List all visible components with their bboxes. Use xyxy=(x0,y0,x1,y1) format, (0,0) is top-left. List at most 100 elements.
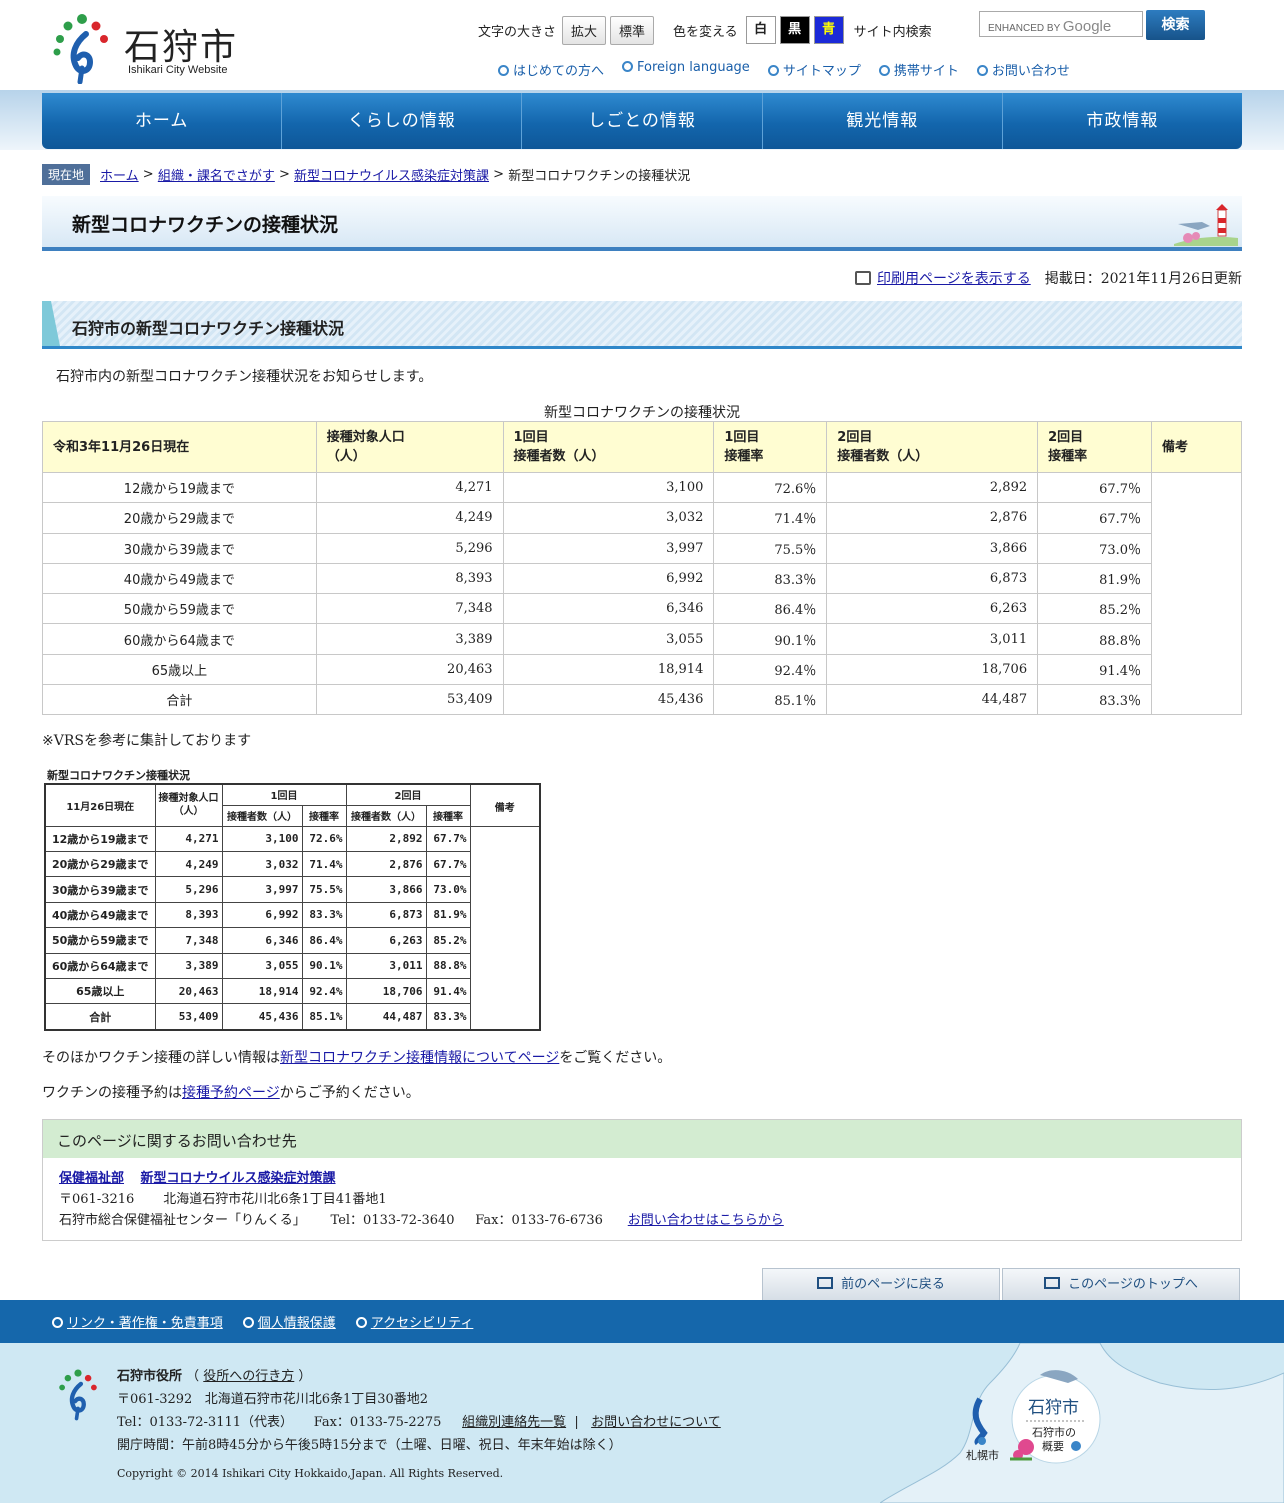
image-table-cell: 12歳から19歳まで xyxy=(44,825,156,852)
print-link[interactable]: 印刷用ページを表示する xyxy=(855,268,1031,288)
cell-first-count: 3,032 xyxy=(502,502,715,534)
cell-first-count: 3,100 xyxy=(502,471,715,504)
cell-second-count: 2,876 xyxy=(826,502,1039,534)
search-button[interactable]: 検索 xyxy=(1146,10,1205,40)
header-second-count: 2回目 接種者数（人） xyxy=(826,421,1039,473)
table-header-row: 令和3年11月26日現在 接種対象人口 （人） 1回目 接種者数（人） 1回目 … xyxy=(42,421,1242,473)
link-mobile-site[interactable]: 携帯サイト xyxy=(878,60,959,79)
back-to-previous-button[interactable]: 前のページに戻る xyxy=(762,1268,1000,1300)
image-table-cell: 20歳から29歳まで xyxy=(44,850,156,878)
contact-body: 保健福祉部 新型コロナウイルス感染症対策課 〒061-3216 北海道石狩市花川… xyxy=(43,1158,1241,1241)
cell-age-group: 65歳以上 xyxy=(42,653,317,686)
back-arrow-icon xyxy=(817,1277,834,1289)
footer-link-copyright[interactable]: リンク・著作権・免責事項 xyxy=(52,1312,223,1331)
image-table-cell: 40歳から49歳まで xyxy=(44,901,156,929)
footer-link-privacy[interactable]: 個人情報保護 xyxy=(242,1312,336,1331)
link-sitemap[interactable]: サイトマップ xyxy=(767,60,861,79)
site-name: 石狩市 xyxy=(124,27,239,68)
directions-link[interactable]: 役所への行き方 xyxy=(203,1369,294,1384)
contact-fax: Fax：0133-76-6736 xyxy=(475,1213,603,1228)
color-white-button[interactable]: 白 xyxy=(745,16,776,44)
color-label: 色を変える xyxy=(673,24,738,40)
link-label: はじめての方へ xyxy=(513,64,605,79)
section-link[interactable]: 新型コロナウイルス感染症対策課 xyxy=(141,1171,336,1186)
cell-second-count: 3,011 xyxy=(826,623,1039,655)
image-table-cell: 30歳から39歳まで xyxy=(44,876,156,903)
footer-tel: Tel：0133-72-3111（代表） xyxy=(117,1415,294,1430)
dept-link[interactable]: 保健福祉部 xyxy=(59,1171,124,1186)
site-logo[interactable]: 石狩市 Ishikari City Website xyxy=(46,12,246,84)
about-inquiry-link[interactable]: お問い合わせについて xyxy=(591,1415,721,1430)
reservation-link[interactable]: 接種予約ページ xyxy=(182,1085,280,1101)
bullet-icon xyxy=(976,65,988,76)
image-table-cell: 3,032 xyxy=(221,850,303,878)
global-nav: ホーム くらしの情報 しごとの情報 観光情報 市政情報 xyxy=(42,93,1242,149)
bullet-icon xyxy=(767,65,779,76)
image-table-row: 50歳から59歳まで 7,348 6,346 86.4% 6,263 85.2% xyxy=(44,927,540,954)
link-foreign-language[interactable]: Foreign language xyxy=(622,60,750,79)
hokkaido-map-icon[interactable]: 札幌市 石狩市 石狩市の 概要 xyxy=(880,1343,1284,1503)
breadcrumb: 現在地 ホーム > 組織・課名でさがす > 新型コロナウイルス感染症対策課 > … xyxy=(42,164,690,185)
breadcrumb-home[interactable]: ホーム xyxy=(100,165,139,184)
contact-list-link[interactable]: 組織別連絡先一覧 xyxy=(462,1415,566,1430)
vaccination-table: 令和3年11月26日現在 接種対象人口 （人） 1回目 接種者数（人） 1回目 … xyxy=(42,421,1242,716)
map-overview-label-2: 概要 xyxy=(1042,1440,1064,1453)
cell-first-count: 6,346 xyxy=(502,593,715,625)
contact-facility: 石狩市総合保健福祉センター「りんくる」 xyxy=(59,1213,306,1228)
link-first-visit[interactable]: はじめての方へ xyxy=(498,60,604,79)
site-search-label: サイト内検索 xyxy=(853,24,932,40)
more-info-after: をご覧ください。 xyxy=(559,1050,672,1066)
breadcrumb-covid-division[interactable]: 新型コロナウイルス感染症対策課 xyxy=(294,165,489,184)
image-table-cell: 90.1% xyxy=(301,952,347,979)
image-table-title: 新型コロナワクチン接種状況 xyxy=(47,769,190,782)
cell-first-rate: 86.4％ xyxy=(713,593,828,625)
color-black-button[interactable]: 黒 xyxy=(779,16,810,44)
nav-tourism[interactable]: 観光情報 xyxy=(763,93,1003,149)
image-table-cell: 85.2% xyxy=(425,927,471,954)
back-to-top-button[interactable]: このページのトップへ xyxy=(1002,1268,1240,1300)
image-table-cell: 3,055 xyxy=(221,952,303,979)
image-table-cell: 3,100 xyxy=(221,825,303,852)
contact-inquiry-link[interactable]: お問い合わせはこちらから xyxy=(628,1213,784,1228)
cell-age-group: 20歳から29歳まで xyxy=(42,502,317,534)
footer-office-row: 石狩市役所 （ 役所への行き方 ） xyxy=(117,1369,312,1384)
copyright: Copyright © 2014 Ishikari City Hokkaido,… xyxy=(117,1467,504,1480)
nav-city-admin[interactable]: 市政情報 xyxy=(1003,93,1242,149)
nav-home[interactable]: ホーム xyxy=(42,93,283,149)
breadcrumb-org-search[interactable]: 組織・課名でさがす xyxy=(158,165,275,184)
enlarge-button[interactable]: 拡大 xyxy=(562,16,607,45)
search-brand-label: Google xyxy=(1062,18,1112,35)
standard-size-button[interactable]: 標準 xyxy=(610,16,655,45)
cell-first-rate: 85.1％ xyxy=(713,684,828,716)
link-contact[interactable]: お問い合わせ xyxy=(976,60,1070,79)
table-row: 合計 53,409 45,436 85.1％ 44,487 83.3％ xyxy=(42,684,1242,716)
header-remarks: 備考 xyxy=(1151,421,1242,473)
color-blue-button[interactable]: 青 xyxy=(813,16,844,44)
cell-first-count: 3,055 xyxy=(502,623,715,655)
img-header-second-rate: 接種率 xyxy=(425,804,471,827)
footer-address: 北海道石狩市花川北6条1丁目30番地2 xyxy=(204,1392,429,1407)
search-input[interactable]: ENHANCED BY Google xyxy=(979,11,1143,37)
site-subtitle: Ishikari City Website xyxy=(128,64,228,76)
section-heading-tab xyxy=(42,301,60,346)
vaccine-info-link[interactable]: 新型コロナワクチン接種情報についてページ xyxy=(280,1050,559,1066)
image-table-cell: 6,346 xyxy=(221,927,303,954)
map-city-label: 石狩市 xyxy=(1028,1398,1079,1418)
image-table-row: 65歳以上 20,463 18,914 92.4% 18,706 91.4% xyxy=(44,977,540,1005)
footer-link-accessibility[interactable]: アクセシビリティ xyxy=(355,1312,473,1331)
footer-link-label: リンク・著作権・免責事項 xyxy=(67,1316,223,1331)
nav-living[interactable]: くらしの情報 xyxy=(282,93,523,149)
cell-second-count: 3,866 xyxy=(826,532,1039,564)
cell-second-count: 44,487 xyxy=(826,684,1039,716)
image-table-cell: 44,487 xyxy=(345,1003,427,1031)
img-header-second-count: 接種者数（人） xyxy=(345,804,427,827)
nav-business[interactable]: しごとの情報 xyxy=(522,93,763,149)
table-row: 30歳から39歳まで 5,296 3,997 75.5％ 3,866 73.0％ xyxy=(42,532,1242,564)
page-title-bar: 新型コロナワクチンの接種状況 xyxy=(42,196,1242,251)
vaccination-table-image: 11月26日現在 接種対象人口 （人） 1回目 2回目 備考 接種者数（人） 接… xyxy=(44,783,541,1031)
cell-population: 4,271 xyxy=(315,471,504,504)
image-table-cell: 6,873 xyxy=(345,901,427,929)
section-title: 石狩市の新型コロナワクチン接種状況 xyxy=(72,319,345,338)
image-table-cell: 18,914 xyxy=(221,977,303,1005)
bullet-icon xyxy=(242,1317,254,1328)
